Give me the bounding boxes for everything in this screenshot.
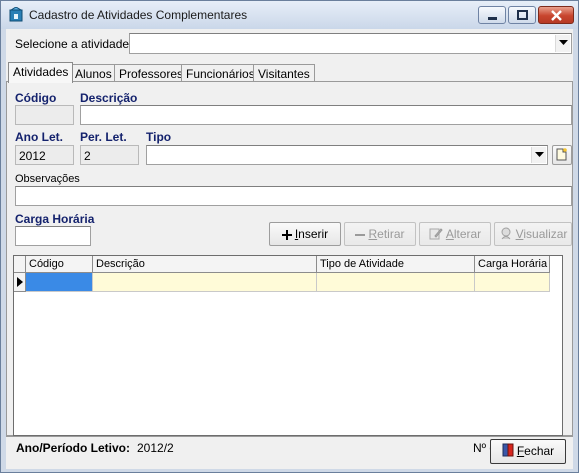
tipo-select[interactable] [146,145,548,165]
window-title: Cadastro de Atividades Complementares [29,8,248,22]
retirar-button[interactable]: Retirar [344,222,416,246]
close-icon [551,10,562,21]
plus-icon [281,230,292,240]
tab-alunos[interactable]: Alunos [70,64,117,82]
client-area: Selecione a atividade: Atividades Alunos… [6,29,573,469]
tab-label: Atividades [13,65,69,79]
periodo-value: 2 [84,149,91,163]
new-document-icon [556,148,567,161]
status-bar: Ano/Período Letivo: 2012/2 Nº de Registr… [6,436,573,456]
tipo-dropdown-button[interactable] [531,147,546,163]
alterar-mnemonic: A [445,227,454,241]
maximize-button[interactable] [508,6,536,24]
codigo-label: Código [15,91,57,105]
grid-cell-descricao[interactable] [93,273,317,292]
title-bar[interactable]: Cadastro de Atividades Complementares [1,1,578,29]
activity-select[interactable] [129,33,572,54]
activity-select-label: Selecione a atividade: [15,37,133,51]
close-button[interactable] [538,6,574,24]
row-pointer-icon [17,277,23,287]
minimize-button[interactable] [478,6,506,24]
retirar-label: etirar [377,227,405,241]
visualizar-label: isualizar [523,227,568,241]
observacoes-label: Observações [15,173,80,185]
ano-label: Ano Let. [15,130,63,144]
tab-atividades[interactable]: Atividades [8,62,74,83]
grid-cell-carga[interactable] [475,273,550,292]
grid-header-tipo[interactable]: Tipo de Atividade [317,256,475,273]
inserir-label: nserir [298,227,329,241]
tab-visitantes[interactable]: Visitantes [253,64,315,82]
descricao-field[interactable] [80,105,572,125]
ano-field: 2012 [15,145,74,165]
grid-cell-tipo[interactable] [317,273,475,292]
minimize-icon [488,17,497,20]
ano-value: 2012 [19,149,46,163]
tab-funcionarios[interactable]: Funcionários [181,64,260,82]
periodo-letivo-label: Ano/Período Letivo: [16,441,130,455]
descricao-label: Descrição [80,91,138,105]
chevron-down-icon [535,152,544,157]
tab-professores[interactable]: Professores [114,64,189,82]
periodo-label: Per. Let. [80,130,127,144]
edit-icon [429,228,443,240]
app-window: Cadastro de Atividades Complementares Se… [0,0,579,473]
exit-door-icon [502,443,514,457]
maximize-icon [517,10,528,20]
grid-header-codigo[interactable]: Código [26,256,93,273]
app-icon [9,6,23,22]
row-indicator[interactable] [14,273,26,292]
fechar-label: echar [524,444,555,458]
grid-cell-codigo[interactable] [26,273,93,292]
grid-header-carga[interactable]: Carga Horária [475,256,550,273]
tab-label: Professores [119,67,184,81]
grid-header-descricao[interactable]: Descrição [93,256,317,273]
retirar-mnemonic: R [368,227,378,241]
tab-label: Alunos [75,67,112,81]
observacoes-field[interactable] [15,186,572,206]
activities-grid[interactable]: Código Descrição Tipo de Atividade Carga… [13,255,563,436]
tipo-label: Tipo [146,130,172,144]
new-tipo-button[interactable] [552,145,572,165]
grid-corner [14,256,26,273]
chevron-down-icon [559,40,568,45]
tab-label: Funcionários [186,67,255,81]
carga-horaria-field[interactable] [15,226,91,246]
periodo-letivo-value: 2012/2 [137,441,174,455]
carga-horaria-label: Carga Horária [15,212,95,226]
inserir-button[interactable]: Inserir [269,222,341,246]
minus-icon [355,234,366,236]
fechar-button[interactable]: Fechar [490,439,566,464]
visualizar-button[interactable]: Visualizar [494,222,572,246]
activity-select-dropdown-button[interactable] [555,35,570,52]
alterar-label: lterar [453,227,482,241]
tab-label: Visitantes [258,67,310,81]
codigo-field [15,105,74,125]
view-icon [501,227,511,240]
alterar-button[interactable]: Alterar [419,222,491,246]
periodo-field: 2 [80,145,139,165]
